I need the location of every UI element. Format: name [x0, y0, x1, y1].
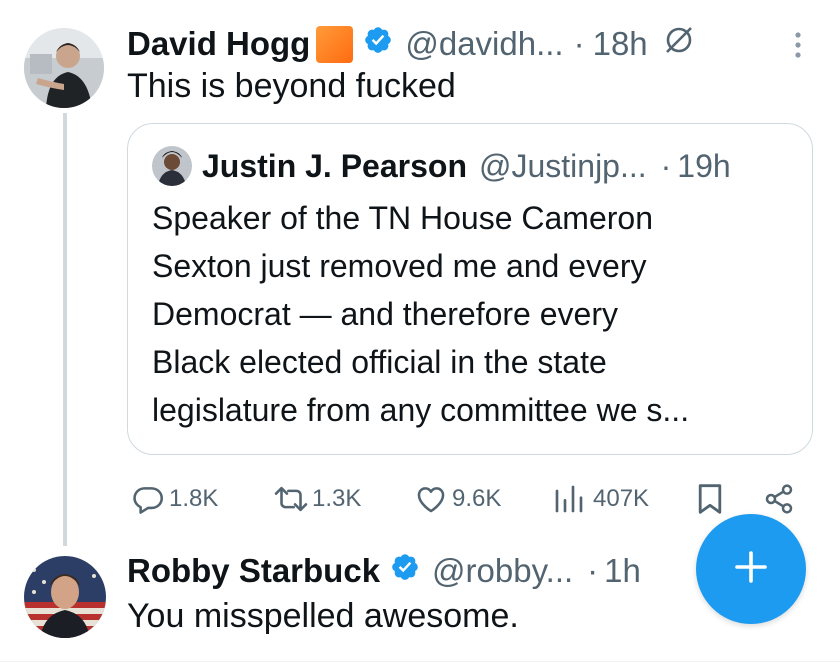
tweet2-text: You misspelled awesome. — [127, 597, 519, 635]
heart-icon — [414, 482, 448, 516]
plus-icon — [731, 547, 771, 592]
more-vertical-icon[interactable] — [792, 30, 804, 62]
tweet1-header: David Hogg @davidh... · 18h — [127, 20, 696, 68]
share-icon — [763, 482, 795, 516]
tweet1-text: This is beyond fucked — [127, 67, 456, 105]
like-button[interactable]: 9.6K — [414, 479, 501, 519]
tweet-time[interactable]: 1h — [604, 552, 641, 590]
view-count: 407K — [593, 485, 650, 512]
divider — [0, 661, 840, 662]
verified-badge-icon — [390, 552, 420, 590]
retweet-icon — [272, 482, 310, 516]
quote-time: 19h — [677, 147, 731, 184]
quote-text-line: Sexton just removed me and every — [152, 248, 647, 284]
flag-emoji-icon — [316, 25, 354, 63]
quote-text: Speaker of the TN House Cameron Sexton j… — [152, 194, 689, 434]
quoted-tweet-card[interactable]: Justin J. Pearson @Justinjp... · 19h Spe… — [127, 123, 813, 455]
separator-dot: · — [660, 147, 672, 184]
quote-text-line: Black elected official in the state — [152, 344, 607, 380]
tweet-time[interactable]: 18h — [593, 25, 648, 63]
quote-header: Justin J. Pearson @Justinjp... · 19h — [202, 142, 731, 190]
reply-icon — [131, 482, 165, 516]
author-name[interactable]: David Hogg — [127, 25, 310, 63]
tweet-action-bar: 1.8K 1.3K 9.6K 407K — [0, 479, 840, 519]
bookmark-icon — [696, 482, 724, 516]
quote-author-name: Justin J. Pearson — [202, 147, 467, 184]
verified-badge-icon — [363, 25, 393, 63]
compose-fab-button[interactable] — [696, 514, 806, 624]
author-handle[interactable]: @robby... — [432, 552, 573, 590]
avatar-robby-starbuck[interactable] — [24, 556, 106, 638]
reply-button[interactable]: 1.8K — [131, 479, 218, 519]
bookmark-button[interactable] — [696, 479, 724, 519]
tweet2-header: Robby Starbuck @robby... · 1h — [127, 547, 641, 595]
quote-author-handle: @Justinjp... — [478, 147, 647, 184]
quote-text-line: Speaker of the TN House Cameron — [152, 200, 653, 236]
views-button[interactable]: 407K — [553, 479, 649, 519]
author-name[interactable]: Robby Starbuck — [127, 552, 380, 590]
author-handle[interactable]: @davidh... — [405, 25, 563, 63]
share-button[interactable] — [763, 479, 795, 519]
avatar-david-hogg[interactable] — [24, 28, 104, 108]
retweet-count: 1.3K — [312, 485, 362, 512]
like-count: 9.6K — [452, 485, 502, 512]
separator-dot: · — [587, 552, 599, 589]
quote-text-line: legislature from any committee we s... — [152, 392, 690, 428]
separator-dot: · — [573, 25, 585, 62]
analytics-icon — [553, 482, 585, 516]
avatar-justin-pearson — [152, 146, 192, 186]
retweet-button[interactable]: 1.3K — [272, 479, 361, 519]
quote-text-line: Democrat — and therefore every — [152, 296, 618, 332]
grok-icon[interactable] — [662, 23, 696, 65]
reply-count: 1.8K — [169, 485, 219, 512]
